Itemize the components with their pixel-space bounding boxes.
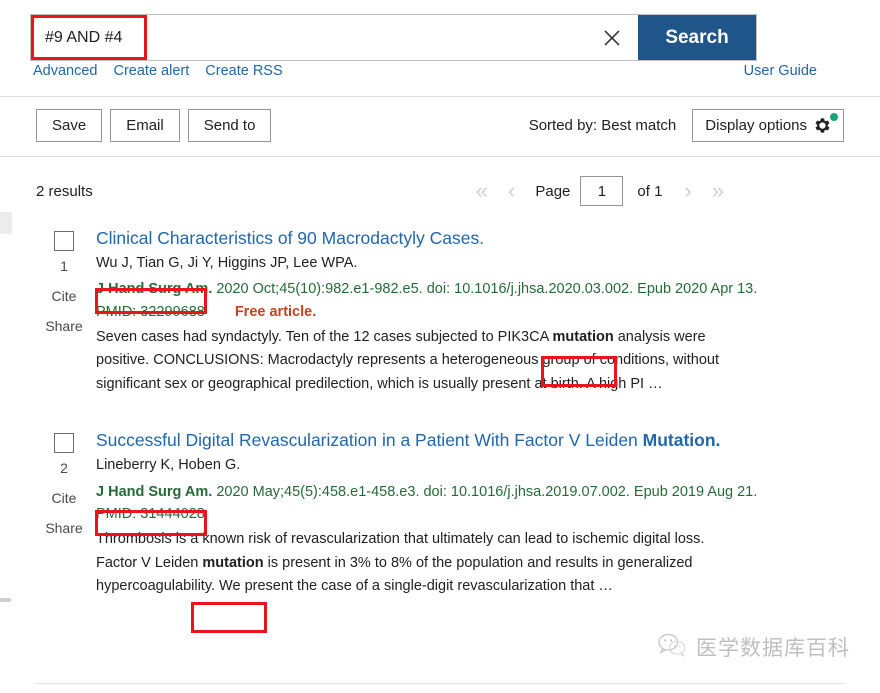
result-pmid-row: PMID: 32299688 Free article. <box>96 304 844 320</box>
result-body: Clinical Characteristics of 90 Macrodact… <box>92 225 844 396</box>
gear-icon <box>814 113 838 134</box>
cite-button[interactable]: Cite <box>52 288 77 304</box>
results-meta-inner: 2 results « ‹ Page of 1 › » <box>36 176 844 206</box>
page-number-input[interactable] <box>580 176 624 206</box>
share-button[interactable]: Share <box>45 520 82 536</box>
search-input[interactable] <box>31 15 586 60</box>
quick-links-left: Advanced Create alert Create RSS <box>33 63 283 79</box>
results-action-toolbar: Save Email Send to Sorted by: Best match… <box>0 97 880 157</box>
sorted-by-label: Sorted by: Best match <box>528 117 677 134</box>
citation-detail: 2020 Oct;45(10):982.e1-982.e5. doi: 10.1… <box>212 281 758 298</box>
quick-links-row: Advanced Create alert Create RSS User Gu… <box>33 63 853 79</box>
journal-name[interactable]: J Hand Surg Am. <box>96 484 212 500</box>
result-left-column: 2 Cite Share <box>36 427 92 598</box>
clear-search-button[interactable] <box>586 15 638 60</box>
result-index: 1 <box>60 258 68 274</box>
pmid-label[interactable]: PMID: 32299688 <box>96 304 205 320</box>
prev-page-icon[interactable]: ‹ <box>498 180 525 202</box>
results-meta-row: 2 results « ‹ Page of 1 › » <box>0 157 880 223</box>
snippet-pre: Seven cases had syndactyly. Ten of the 1… <box>96 328 553 345</box>
result-title-highlight: Mutation. <box>642 430 721 451</box>
result-citation: J Hand Surg Am. 2020 Oct;45(10):982.e1-9… <box>96 278 844 300</box>
snippet-highlight: mutation <box>202 554 264 571</box>
share-button[interactable]: Share <box>45 318 82 334</box>
result-left-column: 1 Cite Share <box>36 225 92 396</box>
sidebar-edge-fragment-bottom <box>0 598 11 602</box>
result-snippet: Seven cases had syndactyly. Ten of the 1… <box>96 326 736 396</box>
last-page-icon[interactable]: » <box>702 180 734 202</box>
results-count: 2 results <box>36 182 93 200</box>
page-label: Page <box>535 182 571 200</box>
result-authors: Wu J, Tian G, Ji Y, Higgins JP, Lee WPA. <box>96 254 358 271</box>
wechat-icon <box>657 632 687 662</box>
email-button[interactable]: Email <box>110 109 180 142</box>
search-input-wrapper <box>31 15 586 60</box>
result-index: 2 <box>60 460 68 477</box>
result-select-checkbox[interactable] <box>54 433 74 454</box>
free-article-badge: Free article. <box>234 303 317 320</box>
result-body: Successful Digital Revascularization in … <box>92 427 844 598</box>
result-item: 2 Cite Share Successful Digital Revascul… <box>0 427 880 598</box>
close-x-icon <box>602 28 622 48</box>
annotation-box-mutation-2 <box>191 602 267 633</box>
search-button[interactable]: Search <box>638 15 756 60</box>
next-page-icon[interactable]: › <box>674 180 701 202</box>
result-snippet: Thrombosis is a known risk of revascular… <box>96 528 736 598</box>
page-total-label: of 1 <box>637 182 663 200</box>
page-bottom-divider <box>36 683 844 684</box>
create-rss-link[interactable]: Create RSS <box>205 63 282 79</box>
search-region: Search Advanced Create alert Create RSS … <box>0 0 880 97</box>
display-options-button[interactable]: Display options <box>692 109 844 142</box>
result-title-link[interactable]: Clinical Characteristics of 90 Macrodact… <box>96 227 844 250</box>
advanced-link[interactable]: Advanced <box>33 63 98 79</box>
create-alert-link[interactable]: Create alert <box>114 63 190 79</box>
results-list: 1 Cite Share Clinical Characteristics of… <box>0 225 880 598</box>
result-title-text: Clinical Characteristics of 90 Macrodact… <box>96 228 485 248</box>
result-title-link[interactable]: Successful Digital Revascularization in … <box>96 429 844 452</box>
display-options-label: Display options <box>705 117 807 134</box>
journal-name[interactable]: J Hand Surg Am. <box>96 281 212 297</box>
search-bar: Search <box>30 14 757 61</box>
cite-button[interactable]: Cite <box>52 490 77 506</box>
user-guide-link[interactable]: User Guide <box>744 63 817 79</box>
pmid-label[interactable]: PMID: 31444028 <box>96 506 205 522</box>
send-to-button[interactable]: Send to <box>187 109 272 142</box>
watermark-text: 医学数据库百科 <box>696 636 850 660</box>
result-pmid-row: PMID: 31444028 <box>96 506 844 522</box>
result-citation: J Hand Surg Am. 2020 May;45(5):458.e1-45… <box>96 481 844 503</box>
sidebar-edge-fragment <box>0 212 12 234</box>
first-page-icon[interactable]: « <box>466 180 498 202</box>
pagination-controls: « ‹ Page of 1 › » <box>466 176 734 206</box>
result-title-text: Successful Digital Revascularization in … <box>96 430 643 451</box>
display-options-status-dot <box>830 113 838 121</box>
quick-links-right: User Guide <box>744 63 853 79</box>
watermark: 医学数据库百科 <box>657 632 850 662</box>
result-item: 1 Cite Share Clinical Characteristics of… <box>0 225 880 396</box>
result-select-checkbox[interactable] <box>54 231 74 251</box>
snippet-highlight: mutation <box>552 328 614 345</box>
toolbar-inner: Save Email Send to Sorted by: Best match… <box>36 109 844 142</box>
result-authors: Lineberry K, Hoben G. <box>96 456 241 473</box>
save-button[interactable]: Save <box>36 109 103 142</box>
citation-detail: 2020 May;45(5):458.e1-458.e3. doi: 10.10… <box>212 483 758 500</box>
